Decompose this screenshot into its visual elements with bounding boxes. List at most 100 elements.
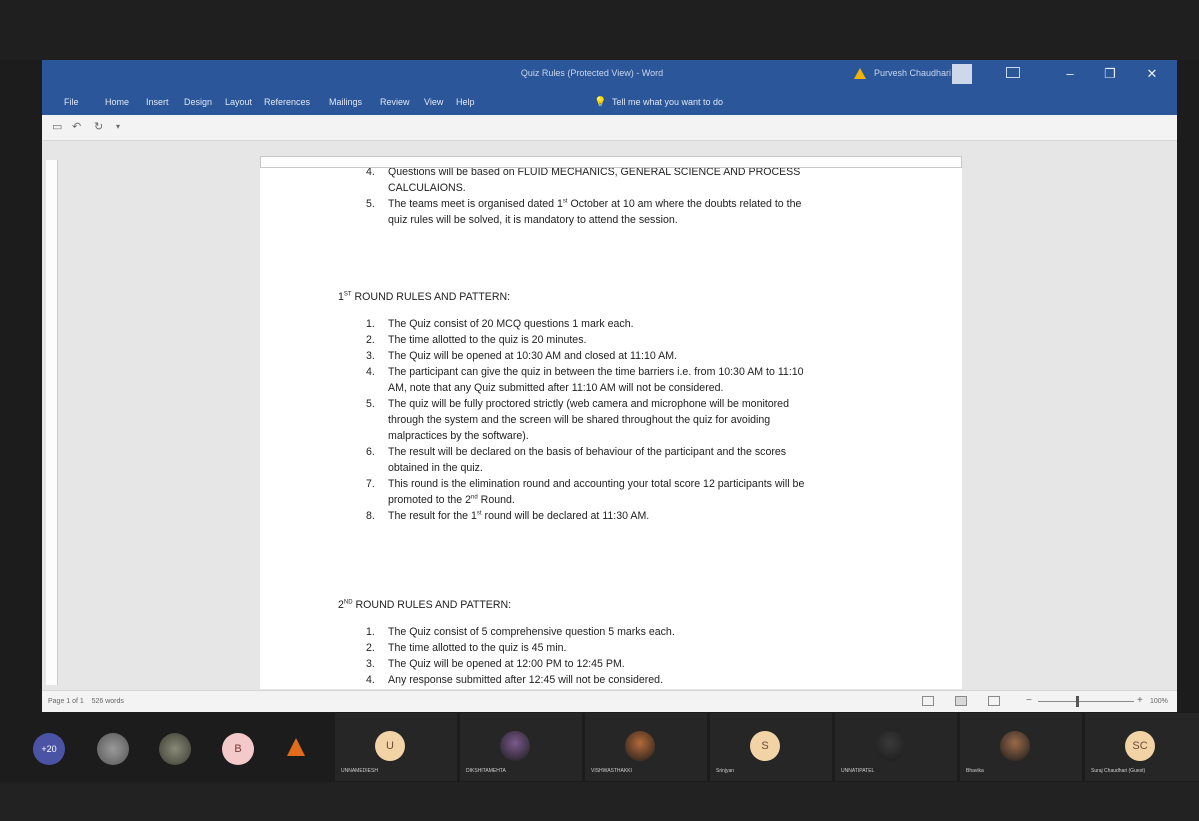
list-number: 5. bbox=[366, 398, 375, 410]
read-mode-icon[interactable] bbox=[922, 696, 934, 706]
participant-tile[interactable]: S Srinjyan bbox=[710, 713, 832, 781]
list-number: 1. bbox=[366, 318, 375, 330]
tab-layout[interactable]: Layout bbox=[225, 97, 252, 107]
list-text: The Quiz consist of 5 comprehensive ques… bbox=[388, 626, 675, 638]
close-button[interactable]: ✕ bbox=[1140, 63, 1164, 85]
document-page: 4. Questions will be based on FLUID MECHA… bbox=[260, 168, 962, 689]
ribbon-display-options-icon[interactable] bbox=[1006, 67, 1020, 78]
window-title: Quiz Rules (Protected View) - Word bbox=[520, 68, 664, 78]
round-1-heading: 1ST ROUND RULES AND PATTERN: bbox=[338, 291, 511, 303]
participant-avatar bbox=[1000, 731, 1030, 761]
tab-home[interactable]: Home bbox=[105, 97, 129, 107]
participant-name: UNNAMEDIESH bbox=[341, 768, 378, 774]
list-text: Any response submitted after 12:45 will … bbox=[388, 674, 664, 686]
list-text: The time allotted to the quiz is 20 minu… bbox=[388, 334, 587, 346]
word-window: Quiz Rules (Protected View) - Word Purve… bbox=[42, 60, 1177, 712]
participant-avatar: B bbox=[222, 733, 254, 765]
meeting-top-bar bbox=[0, 0, 1199, 60]
participant-name: Srinjyan bbox=[716, 768, 735, 774]
tab-help[interactable]: Help bbox=[456, 97, 475, 107]
zoom-slider-thumb[interactable] bbox=[1076, 696, 1080, 707]
minimize-button[interactable]: – bbox=[1058, 63, 1082, 85]
participant-tile[interactable]: U UNNAMEDIESH bbox=[335, 713, 457, 781]
undo-icon[interactable]: ↶ bbox=[72, 120, 81, 133]
horizontal-ruler bbox=[260, 156, 962, 168]
zoom-out-button[interactable]: − bbox=[1026, 695, 1032, 706]
status-page[interactable]: Page 1 of 1 526 words bbox=[48, 698, 124, 705]
list-item: 7. This round is the elimination round an… bbox=[366, 476, 866, 508]
print-layout-icon[interactable] bbox=[955, 696, 967, 706]
list-text: The result for the 1st round will be dec… bbox=[388, 510, 650, 522]
list-item: 2. The time allotted to the quiz is 20 mi… bbox=[366, 332, 866, 348]
list-item: 3. The Quiz will be opened at 12:00 PM to… bbox=[366, 656, 866, 672]
participant-avatar: S bbox=[750, 731, 780, 761]
zoom-level[interactable]: 100% bbox=[1150, 698, 1168, 705]
zoom-in-button[interactable]: + bbox=[1137, 695, 1143, 706]
tab-references[interactable]: References bbox=[264, 97, 310, 107]
user-name[interactable]: Purvesh Chaudhari bbox=[874, 68, 951, 78]
title-bar: Quiz Rules (Protected View) - Word Purve… bbox=[42, 60, 1177, 90]
participant-name: Suraj Chaudhari (Guest) bbox=[1091, 768, 1146, 774]
restore-button[interactable]: ❐ bbox=[1098, 63, 1122, 85]
participant-tile[interactable]: SC Suraj Chaudhari (Guest) bbox=[1085, 713, 1199, 781]
meeting-bottom-bar bbox=[0, 782, 1199, 821]
tell-me-search[interactable]: Tell me what you want to do bbox=[612, 97, 723, 107]
participant-avatar bbox=[97, 733, 129, 765]
list-number: 2. bbox=[366, 642, 375, 654]
save-icon[interactable]: ▭ bbox=[52, 120, 62, 133]
list-text: The quiz will be fully proctored strictl… bbox=[388, 398, 789, 442]
list-text: The Quiz consist of 20 MCQ questions 1 m… bbox=[388, 318, 634, 330]
list-item: 5. The quiz will be fully proctored stric… bbox=[366, 396, 866, 444]
participant-tile[interactable]: DIKSHITAMEHTA bbox=[460, 713, 582, 781]
participant-tile[interactable]: Bhavika bbox=[960, 713, 1082, 781]
customize-qat-icon[interactable]: ▾ bbox=[116, 122, 120, 131]
list-item: 6. The result will be declared on the bas… bbox=[366, 444, 866, 476]
list-text: Questions will be based on FLUID MECHANI… bbox=[388, 168, 801, 194]
list-item: 2. The time allotted to the quiz is 45 mi… bbox=[366, 640, 866, 656]
participant-name: VISHWASTHAKKI bbox=[591, 768, 632, 774]
participant-tile[interactable]: UNNATIPATEL bbox=[835, 713, 957, 781]
participant-avatar bbox=[159, 733, 191, 765]
list-item: 3. The Quiz will be opened at 10:30 AM an… bbox=[366, 348, 866, 364]
user-avatar[interactable] bbox=[952, 64, 972, 84]
list-item: 4. The participant can give the quiz in b… bbox=[366, 364, 866, 396]
participant-avatar: U bbox=[375, 731, 405, 761]
tab-design[interactable]: Design bbox=[184, 97, 212, 107]
warning-icon bbox=[854, 68, 866, 79]
participant-avatar: SC bbox=[1125, 731, 1155, 761]
status-bar: Page 1 of 1 526 words − + 100% bbox=[42, 690, 1177, 712]
list-item: 1. The Quiz consist of 20 MCQ questions 1… bbox=[366, 316, 866, 332]
tab-view[interactable]: View bbox=[424, 97, 443, 107]
list-number: 1. bbox=[366, 626, 375, 638]
tab-mailings[interactable]: Mailings bbox=[329, 97, 362, 107]
vertical-ruler bbox=[46, 160, 58, 685]
list-item: 1. The Quiz consist of 5 comprehensive qu… bbox=[366, 624, 866, 640]
tab-review[interactable]: Review bbox=[380, 97, 410, 107]
more-participants-button[interactable]: +20 bbox=[33, 733, 65, 765]
quick-access-toolbar: ▭ ↶ ↻ ▾ bbox=[42, 115, 1177, 141]
list-number: 4. bbox=[366, 674, 375, 686]
list-number: 6. bbox=[366, 446, 375, 458]
tab-file[interactable]: File bbox=[64, 97, 79, 107]
list-text: The result will be declared on the basis… bbox=[388, 446, 787, 474]
list-text: The participant can give the quiz in bet… bbox=[388, 366, 804, 394]
redo-icon[interactable]: ↻ bbox=[94, 120, 103, 133]
participant-avatar bbox=[625, 731, 655, 761]
tab-insert[interactable]: Insert bbox=[146, 97, 169, 107]
round-2-heading: 2ND ROUND RULES AND PATTERN: bbox=[338, 599, 512, 611]
list-item: 8. The result for the 1st round will be d… bbox=[366, 508, 866, 524]
list-number: 4. bbox=[366, 168, 375, 178]
list-text: The Quiz will be opened at 12:00 PM to 1… bbox=[388, 658, 625, 670]
list-number: 3. bbox=[366, 350, 375, 362]
participant-tile[interactable]: VISHWASTHAKKI bbox=[585, 713, 707, 781]
web-layout-icon[interactable] bbox=[988, 696, 1000, 706]
participant-name: UNNATIPATEL bbox=[841, 768, 875, 774]
list-number: 7. bbox=[366, 478, 375, 490]
list-text: The time allotted to the quiz is 45 min. bbox=[388, 642, 567, 654]
participant-avatar bbox=[875, 731, 905, 761]
participant-name: Bhavika bbox=[966, 768, 984, 774]
zoom-slider[interactable] bbox=[1038, 701, 1134, 702]
participant-name: DIKSHITAMEHTA bbox=[466, 768, 506, 774]
list-number: 5. bbox=[366, 198, 375, 210]
list-number: 2. bbox=[366, 334, 375, 346]
